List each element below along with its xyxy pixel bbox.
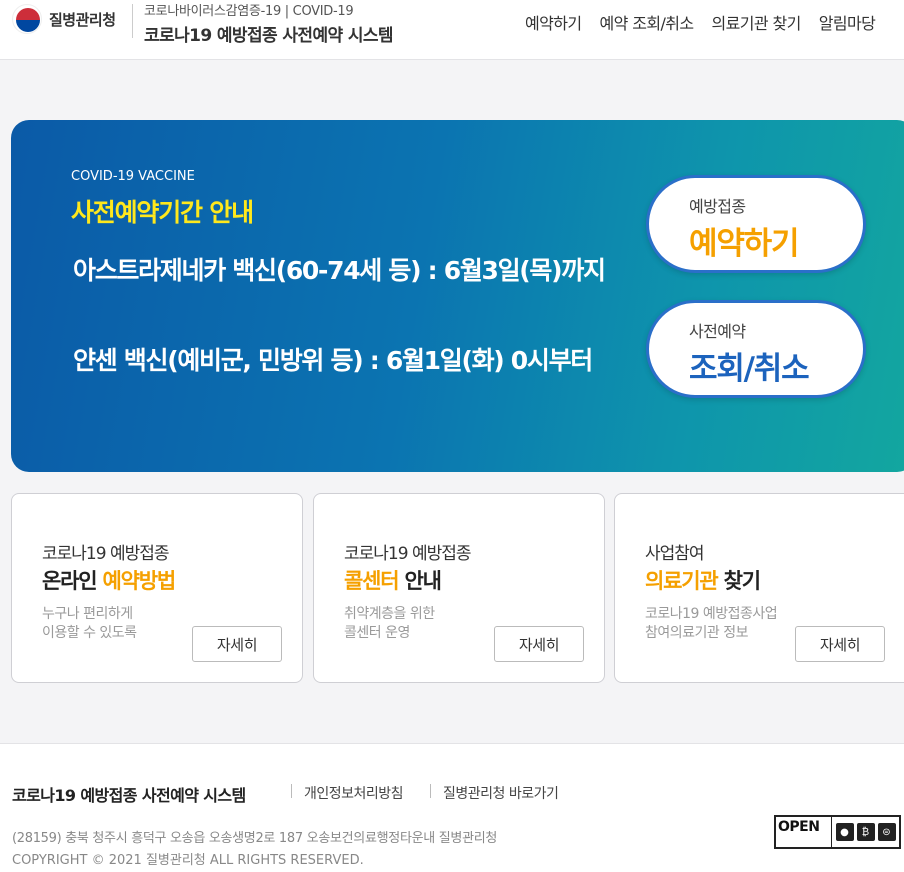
main-nav: 예약하기 예약 조회/취소 의료기관 찾기 알림마당	[525, 10, 893, 34]
card-description: 누구나 편리하게이용할 수 있도록	[42, 605, 137, 643]
header-subtitle: 코로나바이러스감염증-19 | COVID-19	[144, 4, 354, 19]
banner-eyebrow: COVID-19 VACCINE	[71, 169, 195, 184]
card-heading-accent: 의료기관	[645, 569, 719, 593]
card-kicker: 코로나19 예방접종	[42, 544, 170, 564]
footer-copyright: COPYRIGHT © 2021 질병관리청 ALL RIGHTS RESERV…	[12, 853, 364, 868]
card-heading-tail: 찾기	[717, 569, 761, 593]
privacy-policy-link[interactable]: 개인정보처리방침	[304, 783, 404, 803]
logo-text: 질병관리청	[49, 10, 116, 29]
footer-address: (28159) 충북 청주시 흥덕구 오송읍 오송생명2로 187 오송보건의료…	[12, 831, 498, 846]
card-desc-line: 이용할 수 있도록	[42, 625, 137, 641]
kdca-logo[interactable]: 질병관리청	[12, 4, 130, 34]
card-desc-line: 콜센터 운영	[344, 625, 410, 641]
open-logo: OPEN	[776, 817, 832, 847]
card-heading-tail: 안내	[398, 569, 441, 593]
noncommercial-icon: ₿	[856, 823, 875, 841]
card-heading: 온라인 예약방법	[42, 565, 176, 595]
card-heading-accent: 예약방법	[102, 569, 176, 593]
footer-title: 코로나19 예방접종 사전예약 시스템	[12, 786, 246, 805]
banner-az-period: 아스트라제네카 백신(60-74세 등) : 6월3일(목)까지	[73, 256, 606, 285]
reserve-button-kicker: 예방접종	[689, 197, 746, 216]
card-heading-main: 온라인	[42, 569, 103, 593]
kdca-shortcut-link[interactable]: 질병관리청 바로가기	[443, 783, 559, 803]
card-heading-accent: 콜센터	[344, 569, 400, 593]
details-button[interactable]: 자세히	[795, 626, 885, 662]
card-kicker: 코로나19 예방접종	[344, 544, 472, 564]
reserve-button[interactable]: 예방접종 예약하기	[646, 175, 866, 273]
site-title[interactable]: 코로나19 예방접종 사전예약 시스템	[144, 21, 394, 46]
details-button[interactable]: 자세히	[192, 626, 282, 662]
nav-find-clinic[interactable]: 의료기관 찾기	[711, 10, 801, 34]
taegeuk-icon	[12, 4, 42, 34]
header-divider	[132, 4, 133, 38]
nav-lookup-cancel[interactable]: 예약 조회/취소	[599, 10, 694, 34]
card-desc-line: 코로나19 예방접종사업	[645, 606, 778, 622]
nav-notices[interactable]: 알림마당	[819, 10, 876, 34]
card-description: 취약계층을 위한콜센터 운영	[344, 605, 435, 643]
card-kicker: 사업참여	[645, 544, 705, 564]
card-desc-line: 취약계층을 위한	[344, 606, 435, 622]
card-call-center: 코로나19 예방접종 콜센터 안내 취약계층을 위한콜센터 운영 자세히	[313, 493, 605, 683]
lookup-cancel-button[interactable]: 사전예약 조회/취소	[646, 300, 866, 398]
card-online-reservation: 코로나19 예방접종 온라인 예약방법 누구나 편리하게이용할 수 있도록 자세…	[11, 493, 303, 683]
reserve-button-label: 예약하기	[689, 226, 799, 262]
open-word: OPEN	[778, 819, 820, 835]
kogl-open-license-badge: OPEN ● ₿ ⊜	[774, 815, 901, 849]
details-button[interactable]: 자세히	[494, 626, 584, 662]
nav-reserve[interactable]: 예약하기	[525, 10, 582, 34]
license-icons: ● ₿ ⊜	[832, 817, 899, 847]
hero-banner: COVID-19 VACCINE 사전예약기간 안내 아스트라제네카 백신(60…	[11, 120, 904, 472]
card-desc-line: 참여의료기관 정보	[645, 625, 749, 641]
card-heading: 콜센터 안내	[344, 565, 442, 595]
card-heading: 의료기관 찾기	[645, 565, 761, 595]
lookup-button-kicker: 사전예약	[689, 322, 746, 341]
footer-separator	[430, 784, 431, 798]
footer-separator	[291, 784, 292, 798]
banner-title: 사전예약기간 안내	[71, 198, 254, 227]
card-find-clinic: 사업참여 의료기관 찾기 코로나19 예방접종사업참여의료기관 정보 자세히	[614, 493, 904, 683]
no-derivatives-icon: ⊜	[877, 823, 896, 841]
site-footer: 코로나19 예방접종 사전예약 시스템 개인정보처리방침 질병관리청 바로가기 …	[0, 743, 904, 872]
banner-janssen-period: 얀센 백신(예비군, 민방위 등) : 6월1일(화) 0시부터	[73, 346, 593, 375]
card-desc-line: 누구나 편리하게	[42, 606, 133, 622]
lookup-button-label: 조회/취소	[689, 351, 810, 387]
card-description: 코로나19 예방접종사업참여의료기관 정보	[645, 605, 778, 643]
site-header: 질병관리청 코로나바이러스감염증-19 | COVID-19 코로나19 예방접…	[0, 0, 904, 60]
attribution-icon: ●	[835, 823, 854, 841]
